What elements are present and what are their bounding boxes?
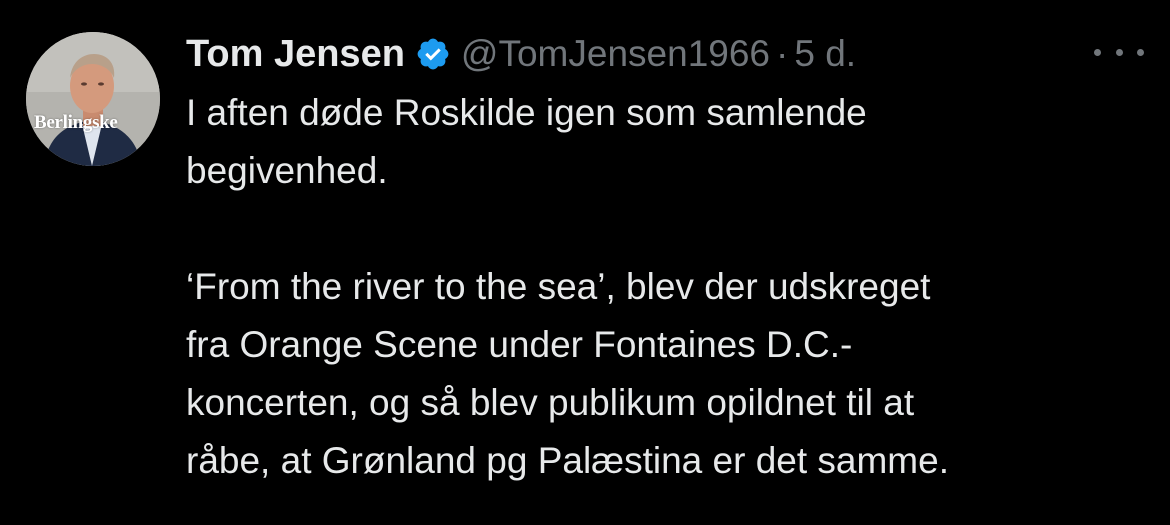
author-display-name[interactable]: Tom Jensen xyxy=(186,33,405,76)
tweet-line: råbe, at Grønland pg Palæstina er det sa… xyxy=(186,440,949,481)
avatar-photo xyxy=(26,32,160,166)
tweet-line: I aften døde Roskilde igen som samlende xyxy=(186,92,867,133)
tweet-timestamp[interactable]: 5 d. xyxy=(794,33,856,75)
tweet-paragraph: I aften døde Roskilde igen som samlende … xyxy=(186,84,1146,200)
author-handle[interactable]: @TomJensen1966 xyxy=(461,33,770,75)
tweet-line: begivenhed. xyxy=(186,150,388,191)
tweet-line: ‘From the river to the sea’, blev der ud… xyxy=(186,266,931,307)
avatar[interactable]: Berlingske xyxy=(26,32,160,166)
tweet-line: fra Orange Scene under Fontaines D.C.- xyxy=(186,324,853,365)
tweet[interactable]: Berlingske Tom Jensen @TomJensen1966 · 5… xyxy=(0,0,1170,525)
more-dot xyxy=(1115,48,1123,56)
more-dot xyxy=(1137,48,1144,56)
more-dot xyxy=(1094,48,1101,56)
tweet-header: Tom Jensen @TomJensen1966 · 5 d. xyxy=(186,28,856,80)
tweet-paragraph: ‘From the river to the sea’, blev der ud… xyxy=(186,258,1146,490)
tweet-line: koncerten, og så blev publikum opildnet … xyxy=(186,382,915,423)
more-options-icon[interactable] xyxy=(1094,40,1144,64)
tweet-body: I aften døde Roskilde igen som samlende … xyxy=(186,84,1146,490)
verified-badge-icon xyxy=(415,36,451,72)
separator-dot: · xyxy=(776,33,789,74)
avatar-badge-text: Berlingske xyxy=(34,112,118,133)
